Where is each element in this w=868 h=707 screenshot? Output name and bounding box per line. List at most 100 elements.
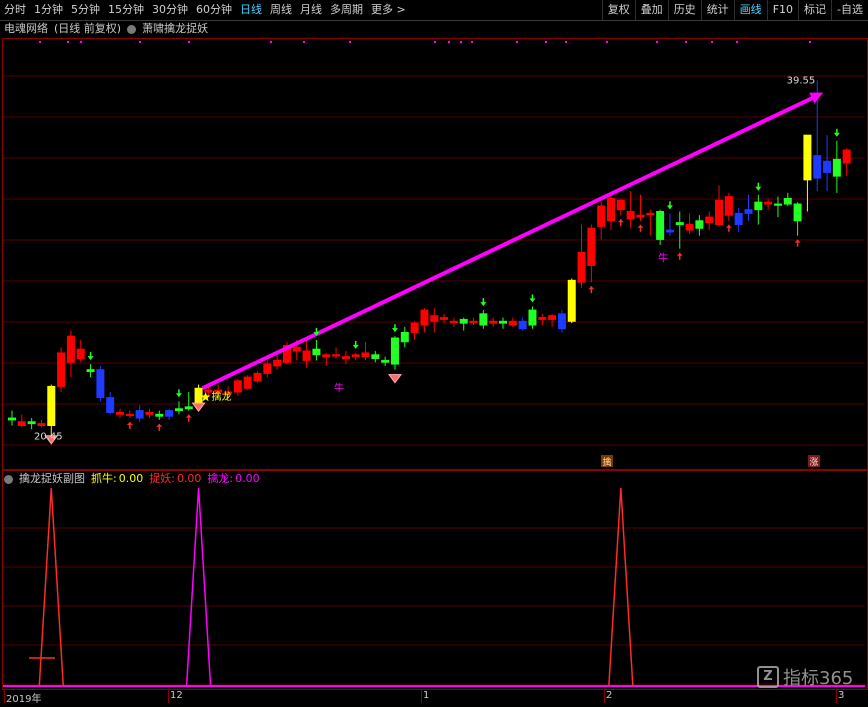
down-arrow-head bbox=[175, 393, 182, 398]
x-axis-tick bbox=[168, 689, 169, 703]
candle-body bbox=[155, 413, 164, 417]
candle-body bbox=[616, 199, 625, 211]
top-marker-dot bbox=[545, 41, 547, 43]
top-marker-dot bbox=[67, 41, 69, 43]
toolbar-button-0[interactable]: 复权 bbox=[601, 0, 635, 20]
candle-body bbox=[116, 411, 125, 415]
x-axis-label-3: 2 bbox=[606, 690, 613, 701]
up-arrow-head bbox=[156, 423, 163, 427]
top-marker-dot bbox=[565, 41, 567, 43]
candle-body bbox=[27, 421, 36, 425]
period-tabs: 分时 1分钟 5分钟 15分钟 30分钟 60分钟 日线 周线 月线 多周期 更多 > bbox=[0, 0, 410, 20]
top-marker-dot bbox=[434, 41, 436, 43]
period-tab-5[interactable]: 60分钟 bbox=[192, 0, 236, 20]
up-arrow-head bbox=[126, 422, 133, 426]
candle-body bbox=[125, 413, 134, 417]
down-arrow-head bbox=[87, 356, 94, 361]
candle-body bbox=[577, 251, 586, 283]
candle-body bbox=[557, 313, 566, 330]
candle-body bbox=[8, 417, 16, 421]
candle-body bbox=[430, 315, 439, 322]
candle-body bbox=[351, 354, 360, 358]
niu-label: 牛 bbox=[658, 251, 668, 264]
down-arrow-head bbox=[391, 328, 398, 333]
candle-body bbox=[734, 212, 743, 226]
toolbar-button-1[interactable]: 叠加 bbox=[634, 0, 668, 20]
candle-body bbox=[165, 410, 174, 417]
period-tab-2[interactable]: 5分钟 bbox=[67, 0, 104, 20]
low-price-label: 20.45 bbox=[34, 432, 63, 443]
candle-body bbox=[823, 160, 832, 173]
candle-body bbox=[145, 411, 154, 415]
candle-body bbox=[773, 203, 782, 206]
toolbar-button-2[interactable]: 历史 bbox=[667, 0, 701, 20]
candle-body bbox=[715, 199, 724, 226]
period-tab-6[interactable]: 日线 bbox=[236, 0, 266, 20]
candle-body bbox=[302, 350, 311, 361]
top-marker-dot bbox=[656, 41, 658, 43]
watermark: Z 指标365 bbox=[757, 664, 853, 690]
candle-body bbox=[273, 359, 282, 367]
candle-body bbox=[724, 196, 733, 216]
sub-indicator-chart[interactable] bbox=[3, 488, 865, 688]
candle-body bbox=[449, 320, 458, 323]
period-tab-7[interactable]: 周线 bbox=[266, 0, 296, 20]
candle-body bbox=[754, 201, 763, 211]
candle-body bbox=[813, 155, 822, 179]
period-tab-4[interactable]: 30分钟 bbox=[148, 0, 192, 20]
down-arrow-head bbox=[480, 302, 487, 307]
indicator-name[interactable]: 萧啸擒龙捉妖 bbox=[142, 21, 208, 37]
x-axis-label-2: 1 bbox=[423, 690, 430, 701]
toolbar-button-5[interactable]: F10 bbox=[766, 0, 798, 20]
top-marker-dot bbox=[80, 41, 82, 43]
x-axis-tick bbox=[836, 689, 837, 703]
candle-body bbox=[184, 406, 193, 410]
up-arrow-head bbox=[725, 224, 732, 228]
watermark-logo-icon: Z bbox=[757, 666, 779, 688]
top-marker-dot bbox=[606, 41, 608, 43]
main-info-bar: 电魂网络 (日线 前复权) 萧啸擒龙捉妖 bbox=[4, 21, 208, 37]
candle-body bbox=[518, 320, 527, 330]
zhuoyao-spike bbox=[38, 488, 65, 687]
period-tab-3[interactable]: 15分钟 bbox=[104, 0, 148, 20]
period-tab-9[interactable]: 多周期 bbox=[326, 0, 367, 20]
candle-body bbox=[400, 331, 409, 343]
top-marker-dot bbox=[809, 41, 811, 43]
marker-qin-text: 擒 bbox=[602, 456, 611, 467]
candle-body bbox=[607, 197, 616, 222]
qinlong-spike bbox=[185, 488, 212, 687]
candle-body bbox=[332, 354, 341, 357]
stock-title[interactable]: 电魂网络 bbox=[4, 21, 48, 37]
period-tab-1[interactable]: 1分钟 bbox=[30, 0, 67, 20]
top-marker-dot bbox=[516, 41, 518, 43]
indicator-toggle-icon[interactable] bbox=[127, 25, 137, 34]
x-axis-label-1: 12 bbox=[170, 690, 183, 701]
signal-label-qinlong: 擒龙 bbox=[212, 390, 232, 403]
period-tab-10[interactable]: 更多 > bbox=[367, 0, 410, 20]
period-tab-0[interactable]: 分时 bbox=[0, 0, 30, 20]
candle-body bbox=[390, 337, 399, 365]
main-candlestick-chart[interactable]: 擒龙20.4539.55牛牛擒涨 bbox=[3, 39, 865, 467]
toolbar-button-7[interactable]: -自选 bbox=[831, 0, 868, 20]
candle-body bbox=[646, 212, 655, 216]
candle-body bbox=[37, 423, 46, 427]
candle-body bbox=[538, 317, 547, 320]
candle-body bbox=[174, 408, 183, 412]
toolbar-button-4[interactable]: 画线 bbox=[733, 0, 767, 20]
down-arrow-head bbox=[666, 205, 673, 210]
gem-marker-icon bbox=[387, 374, 402, 384]
candle-body bbox=[783, 197, 792, 205]
candle-body bbox=[479, 313, 488, 326]
down-arrow-head bbox=[352, 344, 359, 349]
top-marker-dot bbox=[471, 41, 473, 43]
candle-body bbox=[656, 210, 665, 240]
candle-body bbox=[57, 352, 66, 387]
candle-body bbox=[675, 222, 684, 226]
candle-body bbox=[292, 346, 301, 352]
zhuoyao-spike bbox=[608, 488, 634, 687]
toolbar-button-3[interactable]: 统计 bbox=[700, 0, 734, 20]
toolbar-button-6[interactable]: 标记 bbox=[798, 0, 831, 20]
period-tab-8[interactable]: 月线 bbox=[296, 0, 326, 20]
candle-body bbox=[499, 320, 507, 324]
candle-body bbox=[744, 209, 753, 214]
